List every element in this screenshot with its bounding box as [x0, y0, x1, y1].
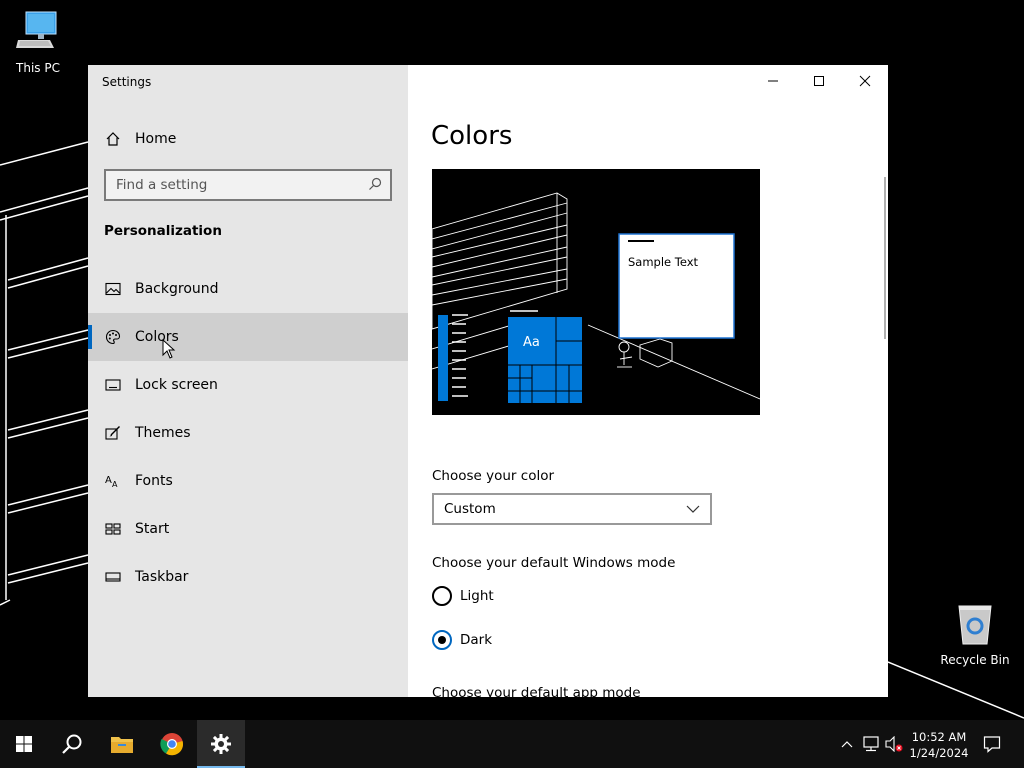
volume-button[interactable] [884, 720, 904, 768]
file-explorer-icon [111, 737, 133, 753]
desktop-icon-label: This PC [16, 61, 60, 75]
sidebar-item-start[interactable]: Start [88, 505, 408, 553]
settings-button[interactable] [197, 720, 245, 768]
taskbar-clock[interactable]: 10:52 AM 1/24/2024 [904, 729, 974, 761]
sidebar-item-label: Background [135, 281, 219, 297]
sidebar-item-label: Lock screen [135, 377, 218, 393]
preview-tile-label: Aa [523, 335, 540, 350]
clock-date: 1/24/2024 [909, 746, 969, 760]
recycle-bin-icon [958, 605, 992, 645]
font-icon: AA [105, 473, 121, 489]
home-label: Home [135, 131, 177, 147]
start-layout-icon [105, 521, 121, 537]
window-controls [750, 65, 888, 97]
sidebar-item-label: Start [135, 521, 170, 537]
file-explorer-button[interactable] [98, 720, 146, 768]
chevron-up-icon [841, 741, 853, 748]
this-pc-icon [16, 11, 57, 48]
desktop-icon-label: Recycle Bin [940, 653, 1010, 667]
app-mode-label: Choose your default app mode [432, 685, 641, 697]
preview-sample-text: Sample Text [628, 255, 699, 269]
sidebar-item-colors[interactable]: Colors [88, 313, 408, 361]
action-center-button[interactable] [976, 720, 1008, 768]
minimize-button[interactable] [750, 65, 796, 97]
radio-label: Dark [460, 632, 493, 648]
radio-button[interactable] [432, 630, 452, 650]
maximize-button[interactable] [796, 65, 842, 97]
search-button[interactable] [48, 720, 96, 768]
chevron-down-icon [686, 505, 700, 513]
palette-icon [105, 329, 121, 345]
network-icon [863, 736, 879, 752]
section-heading: Personalization [104, 223, 222, 239]
chrome-button[interactable] [148, 720, 196, 768]
volume-muted-icon [885, 736, 903, 752]
minimize-icon [768, 80, 778, 82]
network-button[interactable] [861, 720, 881, 768]
svg-text:A: A [112, 480, 118, 489]
maximize-icon [814, 76, 824, 86]
close-icon [859, 75, 871, 87]
preview-illustration [432, 192, 760, 403]
taskbar-icon [105, 569, 121, 585]
color-preview: Sample Text Aa [432, 169, 760, 415]
chrome-icon [160, 733, 184, 756]
color-dropdown-value: Custom [444, 501, 496, 517]
start-icon [16, 736, 32, 752]
home-icon [105, 131, 121, 147]
radio-label: Light [460, 588, 494, 604]
close-button[interactable] [842, 65, 888, 97]
desktop-icon-recycle-bin[interactable]: Recycle Bin [937, 602, 1013, 667]
home-nav-item[interactable]: Home [88, 121, 408, 157]
search-icon[interactable] [368, 176, 382, 195]
nav-list: Background Colors Lock screen Themes A A… [88, 265, 408, 601]
brush-icon [105, 425, 121, 441]
start-button[interactable] [0, 720, 48, 768]
picture-icon [105, 281, 121, 297]
windows-mode-label: Choose your default Windows mode [432, 555, 676, 571]
sidebar: Settings Home Personalization Background [88, 65, 408, 697]
scrollbar[interactable] [884, 177, 886, 339]
settings-icon [211, 734, 231, 754]
desktop-icon-this-pc[interactable]: This PC [0, 10, 76, 75]
search-icon [62, 734, 82, 754]
page-title: Colors [431, 121, 513, 151]
notification-icon [983, 736, 1001, 753]
sidebar-item-label: Themes [135, 425, 191, 441]
radio-dark[interactable]: Dark [432, 630, 492, 650]
content-pane: Colors Sample Text Aa Choose your color … [408, 65, 888, 697]
search-box[interactable] [104, 169, 392, 201]
sidebar-item-label: Taskbar [135, 569, 189, 585]
window-title: Settings [102, 75, 152, 89]
sidebar-item-label: Fonts [135, 473, 173, 489]
taskbar: 10:52 AM 1/24/2024 [0, 720, 1024, 768]
radio-button[interactable] [432, 586, 452, 606]
sidebar-item-fonts[interactable]: AA Fonts [88, 457, 408, 505]
search-input[interactable] [116, 177, 356, 193]
settings-window: Settings Home Personalization Background [88, 65, 888, 697]
color-dropdown[interactable]: Custom [432, 493, 712, 525]
sidebar-item-lock-screen[interactable]: Lock screen [88, 361, 408, 409]
radio-light[interactable]: Light [432, 586, 494, 606]
sidebar-item-themes[interactable]: Themes [88, 409, 408, 457]
show-hidden-icons-button[interactable] [838, 720, 856, 768]
svg-text:A: A [105, 475, 112, 486]
mouse-cursor-icon [162, 339, 176, 359]
lock-screen-icon [105, 377, 121, 393]
clock-time: 10:52 AM [911, 730, 967, 744]
choose-color-label: Choose your color [432, 468, 555, 484]
sidebar-item-background[interactable]: Background [88, 265, 408, 313]
sidebar-item-taskbar[interactable]: Taskbar [88, 553, 408, 601]
